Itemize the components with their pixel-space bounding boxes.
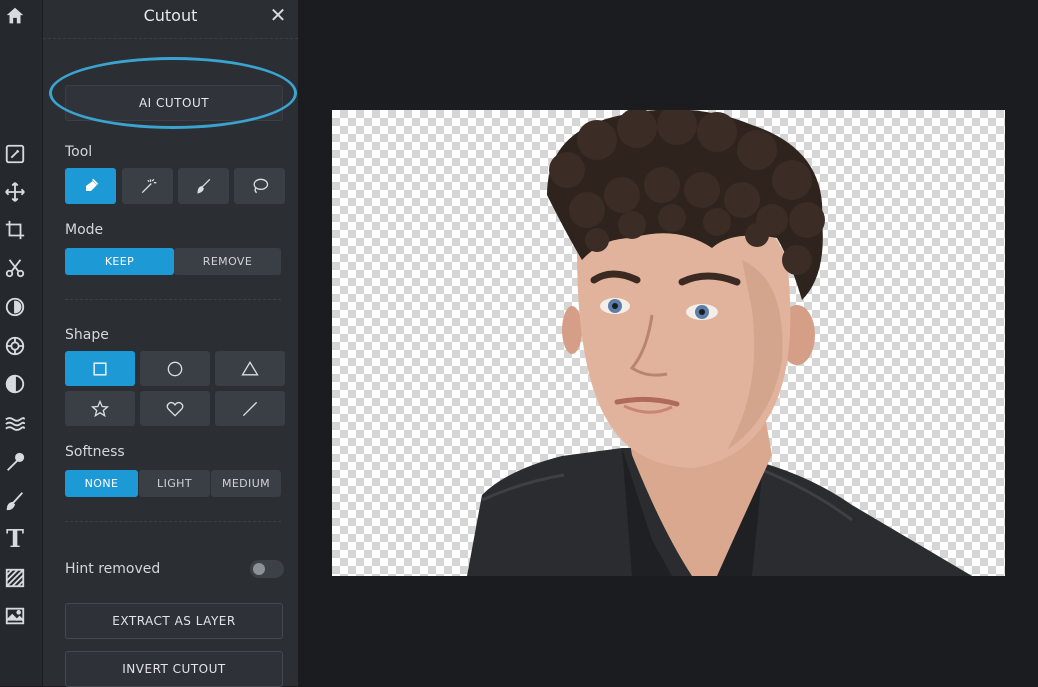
- lasso-tool-button[interactable]: [234, 168, 285, 204]
- magic-wand-icon: [141, 178, 156, 194]
- divider: [65, 299, 281, 300]
- text-icon[interactable]: T: [3, 527, 27, 551]
- mode-label: Mode: [65, 222, 104, 238]
- triangle-icon: [241, 360, 259, 375]
- image-icon[interactable]: [3, 604, 27, 628]
- extract-as-layer-button[interactable]: EXTRACT AS LAYER: [65, 603, 283, 639]
- cutout-portrait: [467, 110, 972, 576]
- adjust-icon[interactable]: [3, 295, 27, 319]
- wand-icon[interactable]: [3, 450, 27, 474]
- softness-light-button[interactable]: LIGHT: [139, 470, 210, 497]
- panel-header: Cutout ✕: [43, 0, 298, 39]
- tool-rail: T: [0, 0, 43, 686]
- cut-icon[interactable]: [3, 256, 27, 280]
- shape-square-button[interactable]: [65, 351, 135, 386]
- star-icon: [90, 399, 110, 417]
- mode-keep-button[interactable]: KEEP: [65, 248, 174, 275]
- panel-title: Cutout: [143, 6, 198, 25]
- image-canvas[interactable]: [332, 110, 1005, 576]
- move-icon[interactable]: [3, 180, 27, 204]
- crop-icon[interactable]: [3, 218, 27, 242]
- brush-icon[interactable]: [3, 489, 27, 513]
- toggle-knob: [253, 563, 265, 575]
- lasso-icon: [252, 178, 268, 194]
- liquify-icon[interactable]: [3, 412, 27, 436]
- softness-label: Softness: [65, 444, 125, 460]
- magic-wand-tool-button[interactable]: [122, 168, 173, 204]
- edit-icon[interactable]: [3, 142, 27, 166]
- brush-tool-button[interactable]: [178, 168, 229, 204]
- brush-icon: [196, 178, 210, 194]
- home-icon[interactable]: [4, 5, 26, 27]
- circle-icon: [167, 361, 183, 376]
- contrast-icon[interactable]: [3, 372, 27, 396]
- shape-label: Shape: [65, 327, 109, 343]
- shape-star-button[interactable]: [65, 391, 135, 426]
- square-icon: [93, 362, 107, 375]
- shape-circle-button[interactable]: [140, 351, 210, 386]
- shape-line-button[interactable]: [215, 391, 285, 426]
- hint-removed-toggle[interactable]: [250, 560, 284, 578]
- brush-cutout-tool-button[interactable]: [65, 168, 116, 204]
- divider: [65, 521, 281, 522]
- brush-cutout-icon: [85, 178, 98, 191]
- mode-remove-button[interactable]: REMOVE: [174, 248, 281, 275]
- effects-icon[interactable]: [3, 334, 27, 358]
- softness-none-button[interactable]: NONE: [65, 470, 138, 497]
- close-icon[interactable]: ✕: [268, 5, 288, 25]
- line-icon: [242, 401, 258, 416]
- hint-removed-label: Hint removed: [65, 561, 161, 577]
- softness-medium-button[interactable]: MEDIUM: [211, 470, 281, 497]
- shape-heart-button[interactable]: [140, 391, 210, 426]
- invert-cutout-button[interactable]: INVERT CUTOUT: [65, 651, 283, 687]
- tool-label: Tool: [65, 144, 93, 160]
- text-glyph: T: [6, 524, 24, 553]
- highlight-ring: [49, 57, 297, 129]
- pattern-icon[interactable]: [3, 566, 27, 590]
- heart-icon: [166, 401, 184, 417]
- shape-triangle-button[interactable]: [215, 351, 285, 386]
- cutout-panel: Cutout ✕ AI CUTOUT Tool Mode KEEP REMOVE…: [43, 0, 298, 687]
